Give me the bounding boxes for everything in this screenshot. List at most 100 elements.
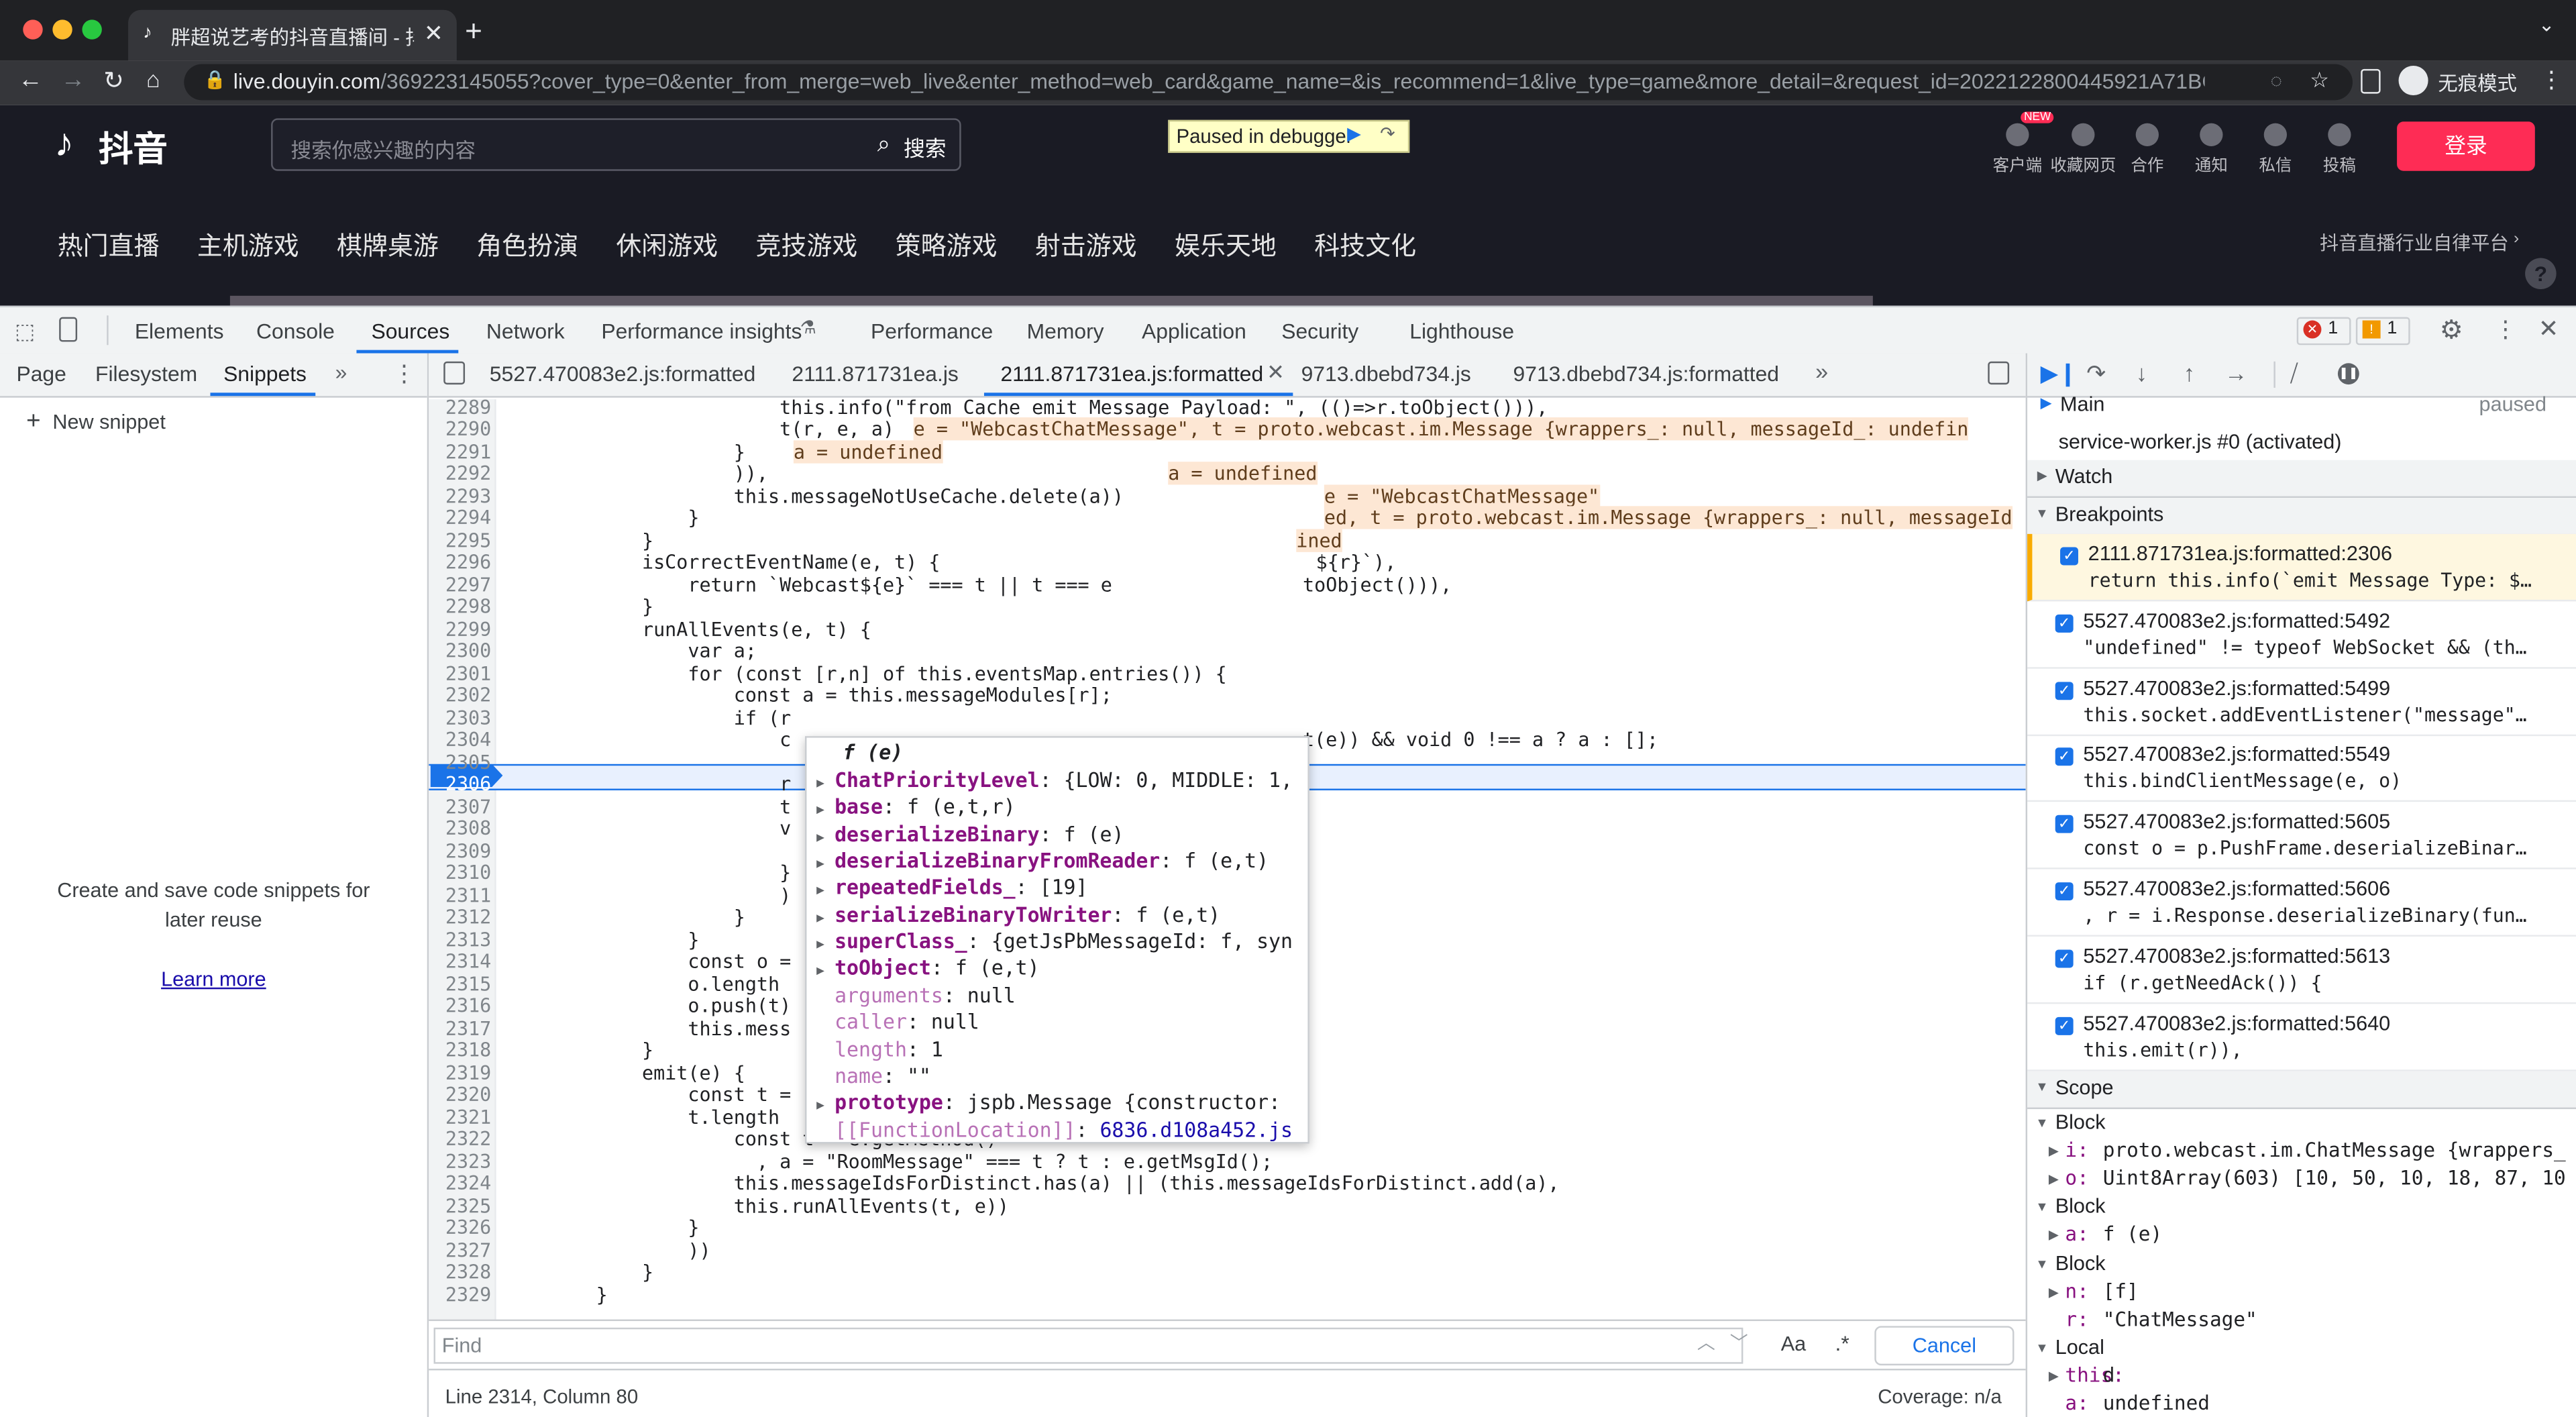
popover-property[interactable]: ▶ toObject: f (e,t): [816, 957, 1039, 980]
editor-tab[interactable]: 9713.dbebd734.js: [1301, 362, 1471, 386]
step-into-icon[interactable]: ↓: [2136, 360, 2147, 386]
breakpoint-item[interactable]: ✓ 5527.470083e2.js:formatted:5640 this.emi…: [2027, 1003, 2576, 1071]
regex-button[interactable]: .*: [1835, 1331, 1849, 1356]
popover-property[interactable]: ▶ ChatPriorityLevel: {LOW: 0, MIDDLE: 1,: [816, 769, 1293, 792]
line-number[interactable]: 2301: [429, 662, 491, 684]
step-out-icon[interactable]: ↑: [2184, 360, 2195, 386]
warning-counter[interactable]: ! 1: [2355, 317, 2410, 346]
learn-more-link[interactable]: Learn more: [0, 965, 427, 994]
scope-variable[interactable]: ▶ n: [f]: [2027, 1279, 2576, 1308]
side-panel-icon[interactable]: [2361, 68, 2381, 94]
line-number[interactable]: 2306: [429, 772, 491, 795]
line-number[interactable]: 2324: [429, 1171, 491, 1194]
navigator-menu-icon[interactable]: ⋮: [392, 360, 415, 388]
line-number[interactable]: 2326: [429, 1216, 491, 1239]
breakpoint-item[interactable]: ✓ 5527.470083e2.js:formatted:5605 const o …: [2027, 802, 2576, 870]
close-editor-tab-icon[interactable]: ✕: [1267, 360, 1285, 386]
profile-label[interactable]: 无痕模式: [2438, 69, 2517, 97]
editor-tab[interactable]: 9713.dbebd734.js:formatted: [1513, 362, 1780, 386]
tab-performance[interactable]: Performance: [871, 319, 993, 344]
inspect-element-icon[interactable]: ⬚: [15, 319, 35, 345]
line-number[interactable]: 2309: [429, 839, 491, 861]
nav-item[interactable]: 策略游戏: [896, 227, 998, 263]
find-input[interactable]: Find: [433, 1327, 1743, 1364]
line-number[interactable]: 2294: [429, 506, 491, 529]
breakpoint-item[interactable]: ✓ 5527.470083e2.js:formatted:5499 this.soc…: [2027, 668, 2576, 736]
line-number[interactable]: 2314: [429, 950, 491, 973]
scope-variable[interactable]: ▶ a: f (e): [2027, 1223, 2576, 1251]
nav-item[interactable]: 热门直播: [58, 227, 160, 263]
line-number[interactable]: 2316: [429, 994, 491, 1017]
reload-icon[interactable]: ↻: [103, 66, 124, 95]
line-number[interactable]: 2327: [429, 1238, 491, 1261]
toolbar-client[interactable]: NEW 客户端: [1984, 111, 2055, 176]
line-number[interactable]: 2290: [429, 417, 491, 440]
popover-property[interactable]: ▶ serializeBinaryToWriter: f (e,t): [816, 903, 1220, 926]
tab-sources[interactable]: Sources: [371, 319, 449, 344]
toggle-navigator-icon[interactable]: [443, 361, 466, 385]
line-number[interactable]: 2297: [429, 572, 491, 595]
tab-application[interactable]: Application: [1142, 319, 1246, 344]
settings-gear-icon[interactable]: ⚙: [2440, 314, 2463, 347]
toolbar-notify[interactable]: 通知: [2178, 118, 2244, 176]
search-input[interactable]: 搜索你感兴趣的内容: [290, 133, 476, 164]
tab-lighthouse[interactable]: Lighthouse: [1409, 319, 1514, 344]
nav-item[interactable]: 角色扮演: [476, 227, 578, 263]
toolbar-upload[interactable]: 投稿: [2306, 118, 2372, 176]
editor-tab[interactable]: 5527.470083e2.js:formatted: [490, 362, 756, 386]
breakpoint-item[interactable]: ✓ 5527.470083e2.js:formatted:5549 this.bin…: [2027, 735, 2576, 803]
scope-variable[interactable]: ▶ this: d: [2027, 1363, 2576, 1392]
browser-tab[interactable]: ♪ 胖超说艺考的抖音直播间 - 抖音直 ✕: [128, 9, 457, 61]
toolbar-cooperate[interactable]: 合作: [2114, 118, 2180, 176]
line-number[interactable]: 2313: [429, 927, 491, 950]
find-prev-icon[interactable]: ︿: [1697, 1329, 1715, 1355]
toolbar-messages[interactable]: 私信: [2243, 118, 2308, 176]
line-number[interactable]: 2308: [429, 817, 491, 839]
close-window-icon[interactable]: [23, 19, 43, 40]
scope-variable[interactable]: a: undefined: [2027, 1392, 2576, 1417]
popover-property[interactable]: ▶ deserializeBinaryFromReader: f (e,t): [816, 849, 1269, 872]
line-number[interactable]: 2321: [429, 1105, 491, 1128]
line-number[interactable]: 2320: [429, 1083, 491, 1106]
incognito-avatar-icon[interactable]: [2398, 65, 2428, 96]
thread-service-worker[interactable]: service-worker.js #0 (activated): [2059, 431, 2342, 454]
scope-group[interactable]: ▼ Local: [2027, 1336, 2576, 1364]
line-number[interactable]: 2325: [429, 1194, 491, 1216]
popover-property[interactable]: ▶ superClass_: {getJsPbMessageId: f, syn: [816, 930, 1293, 953]
line-number[interactable]: 2293: [429, 484, 491, 507]
more-tabs-icon[interactable]: »: [335, 360, 347, 384]
new-tab-icon[interactable]: +: [465, 15, 482, 49]
line-number[interactable]: 2289: [429, 399, 491, 418]
line-number[interactable]: 2292: [429, 462, 491, 484]
new-snippet-button[interactable]: New snippet: [52, 411, 165, 433]
popover-property[interactable]: ▶ prototype: jspb.Message {constructor:: [816, 1092, 1281, 1114]
line-number[interactable]: 2298: [429, 595, 491, 618]
popover-property[interactable]: ▶ deserializeBinary: f (e): [816, 823, 1124, 845]
tab-console[interactable]: Console: [256, 319, 335, 344]
scope-variable[interactable]: r: "ChatMessage": [2027, 1308, 2576, 1336]
tab-memory[interactable]: Memory: [1027, 319, 1104, 344]
breakpoints-section-header[interactable]: ▼ Breakpoints: [2027, 498, 2576, 536]
platform-link[interactable]: 抖音直播行业自律平台: [2320, 230, 2509, 256]
scope-variable[interactable]: ▶ o: Uint8Array(603) [10, 50, 10, 18, 87, …: [2027, 1167, 2576, 1195]
breakpoint-checkbox[interactable]: ✓: [2055, 1016, 2074, 1035]
find-cancel-button[interactable]: Cancel: [1874, 1326, 2015, 1366]
back-icon[interactable]: ←: [18, 66, 43, 94]
tab-search-icon[interactable]: ⌄: [2538, 13, 2555, 36]
popover-property[interactable]: ▶ base: f (e,t,r): [816, 796, 1016, 819]
breakpoint-item[interactable]: ✓ 5527.470083e2.js:formatted:5613 if (r.ge…: [2027, 936, 2576, 1004]
breakpoint-checkbox[interactable]: ✓: [2055, 882, 2074, 901]
nav-item[interactable]: 科技文化: [1314, 227, 1416, 263]
minimize-window-icon[interactable]: [52, 19, 72, 40]
breakpoint-item[interactable]: ✓ 2111.871731ea.js:formatted:2306 return t…: [2027, 533, 2576, 602]
more-options-icon[interactable]: ⋮: [2494, 315, 2517, 344]
breakpoint-checkbox[interactable]: ✓: [2055, 681, 2074, 700]
more-editor-tabs-icon[interactable]: »: [1815, 358, 1828, 384]
match-case-button[interactable]: Aa: [1781, 1332, 1806, 1355]
line-number[interactable]: 2318: [429, 1039, 491, 1061]
line-number[interactable]: 2329: [429, 1282, 491, 1305]
tab-elements[interactable]: Elements: [135, 319, 224, 344]
editor-tab-active[interactable]: 2111.871731ea.js:formatted: [1000, 362, 1263, 386]
nav-item[interactable]: 竞技游戏: [756, 227, 858, 263]
address-bar[interactable]: 🔒 live.douyin.com/369223145055?cover_typ…: [184, 64, 2353, 101]
